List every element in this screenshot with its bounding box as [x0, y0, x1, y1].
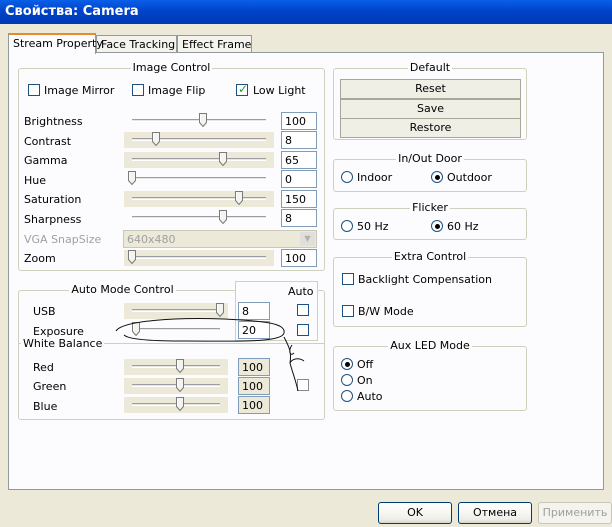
aux-led-auto-label: Auto [357, 390, 383, 403]
slider-thumb[interactable] [128, 250, 136, 264]
aux-led-mode-group: Aux LED Mode Off On Auto [333, 339, 527, 411]
image-control-title: Image Control [130, 61, 213, 74]
indoor-radio[interactable] [341, 171, 353, 183]
default-title: Default [407, 61, 453, 74]
slider-thumb[interactable] [128, 171, 136, 185]
reset-button[interactable]: Reset [340, 79, 521, 99]
aux-led-on-label: On [357, 374, 373, 387]
backlight-compensation-checkbox[interactable] [342, 273, 354, 285]
contrast-slider[interactable] [124, 132, 274, 148]
bw-mode-label: B/W Mode [358, 305, 414, 318]
tab-face-tracking[interactable]: Face Tracking [96, 35, 177, 53]
flicker-title: Flicker [410, 201, 450, 214]
apply-button[interactable]: Применить [538, 502, 612, 524]
flicker-60hz-radio[interactable] [431, 220, 443, 232]
vga-snapsize-label: VGA SnapSize [24, 233, 102, 246]
slider-track [132, 216, 266, 219]
zoom-slider[interactable] [124, 250, 274, 266]
slider-thumb[interactable] [235, 191, 244, 205]
restore-button[interactable]: Restore [340, 118, 521, 138]
auto-mode-control-title: Auto Mode Control [69, 283, 176, 296]
image-mirror-label: Image Mirror [44, 84, 115, 97]
green-label: Green [33, 380, 67, 393]
brightness-value[interactable]: 100 [281, 112, 317, 130]
stream-property-panel: Image Control Image Mirror Image Flip Lo… [8, 52, 604, 490]
brightness-label: Brightness [24, 115, 83, 128]
zoom-label: Zoom [24, 252, 56, 265]
zoom-value[interactable]: 100 [281, 249, 317, 267]
extra-control-title: Extra Control [391, 250, 469, 263]
saturation-value[interactable]: 150 [281, 190, 317, 208]
image-flip-label: Image Flip [148, 84, 206, 97]
aux-led-on-radio[interactable] [341, 374, 353, 386]
auto-column-label: Auto [288, 285, 314, 298]
hue-label: Hue [24, 174, 47, 187]
slider-track [132, 256, 266, 259]
tab-effect-frame[interactable]: Effect Frame [177, 35, 252, 53]
slider-thumb[interactable] [219, 152, 228, 166]
gamma-label: Gamma [24, 154, 68, 167]
gamma-value[interactable]: 65 [281, 151, 317, 169]
contrast-value[interactable]: 8 [281, 131, 317, 149]
saturation-slider[interactable] [124, 191, 274, 207]
vga-snapsize-value: 640x480 [127, 233, 176, 246]
white-balance-title: White Balance [21, 337, 105, 350]
hue-slider[interactable] [124, 171, 274, 187]
flicker-50hz-label: 50 Hz [357, 220, 389, 233]
sharpness-value[interactable]: 8 [281, 209, 317, 227]
inout-door-title: In/Out Door [396, 152, 464, 165]
vga-snapsize-select[interactable]: 640x480 ▼ [123, 230, 317, 248]
sharpness-slider[interactable] [124, 210, 274, 226]
flicker-50hz-radio[interactable] [341, 220, 353, 232]
low-light-label: Low Light [253, 84, 306, 97]
sharpness-label: Sharpness [24, 213, 82, 226]
usb-label: USB [33, 305, 56, 318]
slider-track [132, 197, 266, 200]
blue-label: Blue [33, 400, 58, 413]
flicker-group: Flicker 50 Hz 60 Hz [333, 201, 527, 240]
saturation-label: Saturation [24, 193, 82, 206]
image-mirror-checkbox[interactable] [28, 84, 40, 96]
slider-track [132, 158, 266, 161]
backlight-compensation-label: Backlight Compensation [358, 273, 492, 286]
ok-button[interactable]: OK [378, 502, 452, 524]
cancel-button[interactable]: Отмена [458, 502, 532, 524]
hue-value[interactable]: 0 [281, 170, 317, 188]
outdoor-radio[interactable] [431, 171, 443, 183]
aux-led-off-radio[interactable] [341, 358, 353, 370]
inout-door-group: In/Out Door Indoor Outdoor [333, 152, 527, 192]
slider-track [132, 177, 266, 180]
outdoor-label: Outdoor [447, 171, 492, 184]
window-title: Свойства: Camera [5, 4, 139, 19]
aux-led-auto-radio[interactable] [341, 390, 353, 402]
chevron-down-icon: ▼ [300, 232, 315, 246]
contrast-label: Contrast [24, 135, 72, 148]
hand-drawn-annotation [115, 318, 305, 392]
extra-control-group: Extra Control Backlight Compensation B/W… [333, 250, 527, 327]
slider-thumb[interactable] [219, 210, 228, 224]
image-flip-checkbox[interactable] [132, 84, 144, 96]
flicker-60hz-label: 60 Hz [447, 220, 479, 233]
red-label: Red [33, 361, 54, 374]
aux-led-mode-title: Aux LED Mode [388, 339, 472, 352]
bw-mode-checkbox[interactable] [342, 305, 354, 317]
low-light-checkbox[interactable] [236, 82, 248, 96]
brightness-slider[interactable] [124, 113, 274, 129]
aux-led-off-label: Off [357, 358, 374, 371]
window-titlebar: Свойства: Camera [0, 0, 612, 24]
slider-thumb[interactable] [152, 132, 161, 146]
slider-thumb[interactable] [199, 113, 208, 127]
default-group: Default Reset Save Restore [333, 61, 527, 140]
indoor-label: Indoor [357, 171, 393, 184]
tab-stream-property[interactable]: Stream Property [8, 33, 103, 54]
gamma-slider[interactable] [124, 152, 274, 168]
save-button[interactable]: Save [340, 99, 521, 119]
image-control-group: Image Control Image Mirror Image Flip Lo… [18, 61, 325, 271]
